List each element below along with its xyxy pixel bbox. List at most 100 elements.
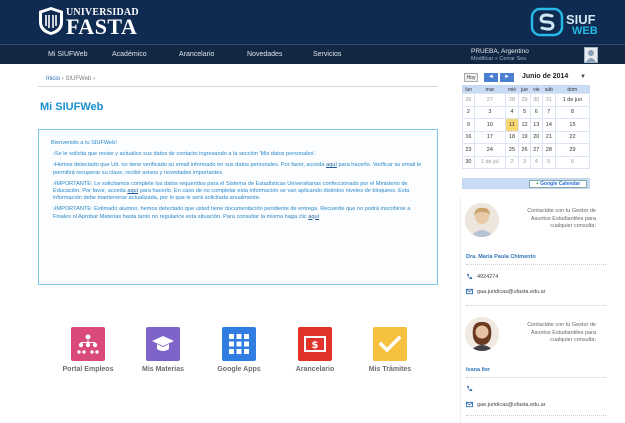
contact-email[interactable]: gaa.juridicas@ufasta.edu.ar — [477, 289, 546, 295]
app-name-bottom: WEB — [572, 25, 598, 37]
calendar-day[interactable]: 8 — [554, 105, 591, 119]
user-silhouette-icon — [586, 50, 596, 62]
grid-apps-icon — [222, 327, 256, 361]
siuf-logo-icon[interactable] — [530, 7, 564, 37]
calendar-day[interactable]: 1 de jun — [554, 93, 591, 107]
calendar-day[interactable]: 3 — [518, 155, 531, 169]
university-shield-icon[interactable] — [38, 6, 64, 36]
calendar-day[interactable]: 6 — [529, 105, 543, 119]
contact-email-row: gae.juridicas@ufasta.edu.ar — [466, 401, 606, 408]
nav-servicios[interactable]: Servicios — [313, 51, 341, 58]
calendar-day[interactable]: 1 de jul — [473, 155, 506, 169]
calendar-day[interactable]: 11 — [504, 118, 520, 132]
app-label: Arancelario — [295, 366, 335, 373]
calendar-day[interactable]: 16 — [462, 130, 475, 144]
add-to-google-calendar-button[interactable]: + Google Calendar — [529, 180, 587, 188]
breadcrumb-current: SIUFWeb — [65, 76, 92, 82]
calendar-day[interactable]: 19 — [518, 130, 531, 144]
site-header: UNIVERSIDAD FASTA SIUF WEB — [0, 0, 625, 44]
people-network-icon — [71, 327, 105, 361]
calendar-day[interactable]: 23 — [462, 143, 475, 157]
calendar-day[interactable]: 31 — [541, 93, 556, 107]
contact-phone-row: 4924274 — [466, 273, 606, 280]
calendar-day[interactable]: 17 — [473, 130, 506, 144]
calendar-footer: + Google Calendar — [462, 178, 590, 189]
email-icon — [466, 401, 473, 408]
app-mis-tramites[interactable]: Mis Trámites — [355, 327, 425, 373]
calendar-day[interactable]: 30 — [529, 93, 543, 107]
money-icon: $ — [298, 327, 332, 361]
calendar-day[interactable]: 26 — [462, 93, 475, 107]
calendar-day[interactable]: 30 — [462, 155, 475, 169]
email-verify-link[interactable]: aquí — [326, 162, 337, 168]
calendar-day[interactable]: 5 — [518, 105, 531, 119]
app-label: Google Apps — [217, 366, 261, 373]
app-arancelario[interactable]: $ Arancelario — [280, 327, 350, 373]
app-portal-empleos[interactable]: Portal Empleos — [53, 327, 123, 373]
calendar-day[interactable]: 2 — [504, 155, 520, 169]
documents-link[interactable]: aquí — [308, 214, 319, 220]
calendar-weekday: mié — [505, 85, 519, 94]
calendar-day[interactable]: 7 — [541, 105, 556, 119]
calendar-day[interactable]: 25 — [504, 143, 520, 157]
calendar-day[interactable]: 21 — [541, 130, 556, 144]
statistics-link[interactable]: aquí — [127, 188, 138, 194]
divider — [466, 415, 606, 416]
user-name: PRUEBA, Argentino — [471, 48, 529, 55]
contact-email[interactable]: gae.juridicas@ufasta.edu.ar — [477, 402, 546, 408]
page-title: Mi SIUFWeb — [40, 101, 104, 113]
nav-arancelario[interactable]: Arancelario — [179, 51, 214, 58]
calendar-day[interactable]: 26 — [518, 143, 531, 157]
calendar-day[interactable]: 29 — [554, 143, 591, 157]
app-mis-materias[interactable]: Mis Materias — [128, 327, 198, 373]
calendar-dropdown-icon[interactable]: ▼ — [580, 74, 586, 80]
calendar-day[interactable]: 4 — [529, 155, 543, 169]
calendar-grid: lun mar mié jue vie sáb dom 26 27 28 29 30 31 1 de j… — [462, 85, 591, 169]
brand-main[interactable]: FASTA — [66, 14, 137, 40]
nav-novedades[interactable]: Novedades — [247, 51, 282, 58]
calendar-day[interactable]: 15 — [554, 118, 591, 132]
divider — [466, 377, 606, 378]
contact-photo — [465, 203, 499, 237]
calendar-day[interactable]: 14 — [541, 118, 556, 132]
welcome-message: Bienvenido a tu SIUFWeb! — [51, 140, 117, 146]
calendar-day[interactable]: 6 — [554, 155, 591, 169]
calendar-today-button[interactable]: Hoy — [464, 73, 478, 82]
calendar-day[interactable]: 22 — [554, 130, 591, 144]
calendar-day[interactable]: 2 — [462, 105, 475, 119]
calendar-day[interactable]: 27 — [529, 143, 543, 157]
app-google-apps[interactable]: Google Apps — [204, 327, 274, 373]
main-nav: Mi SIUFWeb Académico Arancelario Novedad… — [0, 44, 625, 64]
calendar-day[interactable]: 29 — [518, 93, 531, 107]
calendar-day[interactable]: 13 — [529, 118, 543, 132]
user-avatar[interactable] — [584, 47, 598, 63]
calendar-day[interactable]: 27 — [473, 93, 506, 107]
calendar-day[interactable]: 24 — [473, 143, 506, 157]
calendar-day[interactable]: 9 — [462, 118, 475, 132]
message-contact-data: ›Se le solicita que revise y actualice s… — [53, 151, 317, 158]
calendar-weekday: jue — [518, 85, 531, 94]
calendar-day[interactable]: 20 — [529, 130, 543, 144]
calendar-prev-icon[interactable]: ◄ — [484, 73, 498, 82]
divider — [466, 305, 606, 306]
message-email-verify: ›Hemos detectado que Ud. no tiene verifi… — [53, 162, 422, 176]
nav-academico[interactable]: Académico — [112, 51, 147, 58]
app-label: Mis Materias — [141, 366, 185, 373]
calendar-day[interactable]: 28 — [504, 93, 520, 107]
contact-phone[interactable]: 4924274 — [477, 274, 498, 280]
calendar-weekday: dom — [555, 85, 590, 94]
calendar-day[interactable]: 4 — [504, 105, 520, 119]
calendar-day[interactable]: 12 — [518, 118, 531, 132]
calendar-day[interactable]: 18 — [504, 130, 520, 144]
calendar-next-icon[interactable]: ► — [500, 73, 514, 82]
phone-icon — [466, 273, 473, 280]
breadcrumb-home[interactable]: Inicio — [46, 76, 60, 82]
calendar-day[interactable]: 10 — [473, 118, 506, 132]
calendar-day[interactable]: 5 — [541, 155, 556, 169]
calendar-day[interactable]: 3 — [473, 105, 506, 119]
calendar-weekday: mar — [474, 85, 506, 94]
user-actions[interactable]: Modificar » Cerrar Ses. — [471, 56, 528, 62]
phone-icon — [466, 385, 473, 392]
nav-mi-siufweb[interactable]: Mi SIUFWeb — [48, 51, 88, 58]
calendar-day[interactable]: 28 — [541, 143, 556, 157]
